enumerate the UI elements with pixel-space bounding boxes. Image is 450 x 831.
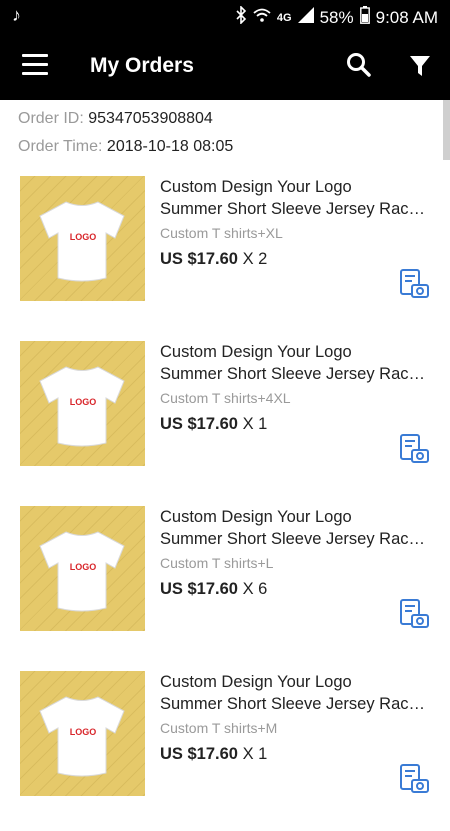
battery-icon [359, 6, 370, 29]
price-row: US $17.60 X 1 [160, 745, 267, 764]
bluetooth-icon [235, 5, 247, 29]
quantity: X 6 [242, 580, 268, 598]
status-bar: ♪ 4G 58% 9:08 AM [0, 0, 450, 32]
product-variant: Custom T shirts+L [160, 555, 274, 571]
product-title[interactable]: Custom Design Your Logo Summer Short Sle… [160, 671, 435, 715]
battery-percent: 58% [319, 7, 354, 27]
logo-text: LOGO [70, 397, 97, 407]
price: US $17.60 [160, 415, 238, 433]
product-title[interactable]: Custom Design Your Logo Summer Short Sle… [160, 176, 435, 220]
price: US $17.60 [160, 580, 238, 598]
price: US $17.60 [160, 250, 238, 268]
order-time-value: 2018-10-18 08:05 [106, 138, 234, 155]
product-title[interactable]: Custom Design Your Logo Summer Short Sle… [160, 341, 435, 385]
product-variant: Custom T shirts+XL [160, 225, 283, 241]
product-title-line1: Custom Design Your Logo [160, 343, 352, 361]
product-title-line1: Custom Design Your Logo [160, 178, 352, 196]
order-item[interactable]: LOGO Custom Design Your Logo Summer Shor… [0, 176, 450, 336]
photo-review-icon[interactable] [398, 433, 430, 465]
quantity: X 2 [242, 250, 268, 268]
product-thumbnail[interactable]: LOGO [20, 506, 145, 631]
product-variant: Custom T shirts+M [160, 720, 278, 736]
order-info: Order ID: 95347053908804 Order Time: 201… [18, 108, 233, 164]
price: US $17.60 [160, 745, 238, 763]
product-title[interactable]: Custom Design Your Logo Summer Short Sle… [160, 506, 435, 550]
product-thumbnail[interactable]: LOGO [20, 176, 145, 301]
wifi-icon [253, 7, 271, 28]
signal-icon [297, 7, 314, 28]
order-item[interactable]: LOGO Custom Design Your Logo Summer Shor… [0, 671, 450, 831]
scrollbar[interactable] [443, 100, 450, 160]
jersey-image: LOGO [39, 201, 125, 282]
logo-text: LOGO [70, 727, 97, 737]
order-time-row: Order Time: 2018-10-18 08:05 [18, 136, 233, 164]
order-item[interactable]: LOGO Custom Design Your Logo Summer Shor… [0, 341, 450, 501]
status-right: 4G 58% 9:08 AM [235, 5, 438, 29]
quantity: X 1 [242, 745, 268, 763]
order-id-row: Order ID: 95347053908804 [18, 108, 233, 136]
music-note-icon: ♪ [12, 5, 21, 25]
product-variant: Custom T shirts+4XL [160, 390, 291, 406]
hamburger-icon[interactable] [22, 54, 48, 76]
photo-review-icon[interactable] [398, 763, 430, 795]
jersey-image: LOGO [39, 531, 125, 612]
order-item[interactable]: LOGO Custom Design Your Logo Summer Shor… [0, 506, 450, 666]
app-bar: My Orders [0, 32, 450, 100]
product-title-line2: Summer Short Sleeve Jersey Rac… [160, 365, 426, 383]
price-row: US $17.60 X 2 [160, 250, 267, 269]
clock: 9:08 AM [375, 7, 438, 27]
product-thumbnail[interactable]: LOGO [20, 671, 145, 796]
filter-icon[interactable] [408, 54, 432, 78]
jersey-image: LOGO [39, 696, 125, 777]
photo-review-icon[interactable] [398, 268, 430, 300]
product-title-line2: Summer Short Sleeve Jersey Rac… [160, 200, 426, 218]
network-type: 4G [276, 11, 292, 24]
logo-text: LOGO [70, 562, 97, 572]
order-id-value: 95347053908804 [88, 110, 213, 127]
order-id-label: Order ID: [18, 110, 84, 127]
logo-text: LOGO [70, 232, 97, 242]
search-icon[interactable] [346, 52, 372, 78]
product-title-line1: Custom Design Your Logo [160, 673, 352, 691]
price-row: US $17.60 X 1 [160, 415, 267, 434]
page-title: My Orders [90, 54, 194, 77]
jersey-image: LOGO [39, 366, 125, 447]
product-thumbnail[interactable]: LOGO [20, 341, 145, 466]
product-title-line2: Summer Short Sleeve Jersey Rac… [160, 695, 426, 713]
quantity: X 1 [242, 415, 268, 433]
price-row: US $17.60 X 6 [160, 580, 267, 599]
product-title-line1: Custom Design Your Logo [160, 508, 352, 526]
product-title-line2: Summer Short Sleeve Jersey Rac… [160, 530, 426, 548]
order-time-label: Order Time: [18, 138, 103, 155]
photo-review-icon[interactable] [398, 598, 430, 630]
